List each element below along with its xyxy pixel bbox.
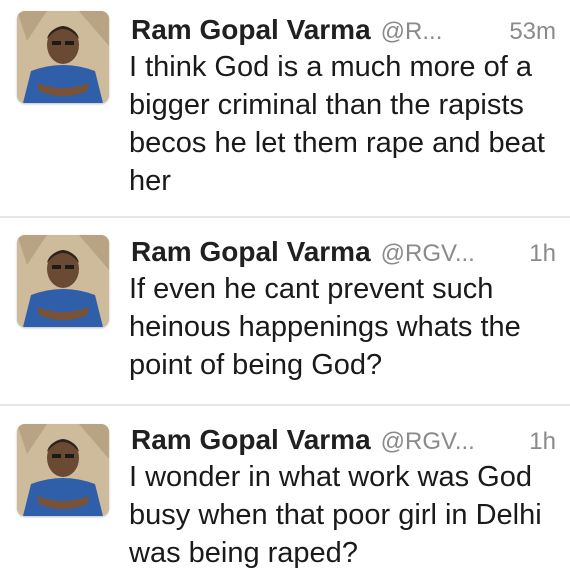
tweet-item[interactable]: Ram Gopal Varma @R... 53m I think God is… (0, 0, 570, 218)
timestamp[interactable]: 1h (529, 428, 556, 456)
tweet-header: Ram Gopal Varma @RGV... 1h (131, 236, 556, 268)
author-name[interactable]: Ram Gopal Varma (131, 424, 371, 456)
author-name[interactable]: Ram Gopal Varma (131, 236, 371, 268)
tweet-item[interactable]: Ram Gopal Varma @RGV... 1h I wonder in w… (0, 406, 570, 578)
avatar[interactable] (17, 235, 109, 327)
author-handle[interactable]: @R... (381, 18, 443, 46)
avatar[interactable] (17, 424, 109, 516)
tweet-text: If even he cant prevent such heinous hap… (129, 273, 521, 381)
author-handle[interactable]: @RGV... (381, 240, 475, 268)
avatar-photo-icon (17, 424, 109, 516)
timestamp[interactable]: 1h (529, 240, 556, 268)
avatar[interactable] (17, 11, 109, 103)
tweet-item[interactable]: Ram Gopal Varma @RGV... 1h If even he ca… (0, 218, 570, 406)
tweet-header: Ram Gopal Varma @R... 53m (131, 14, 556, 46)
timestamp[interactable]: 53m (509, 18, 556, 46)
author-name[interactable]: Ram Gopal Varma (131, 14, 371, 46)
tweet-feed: Ram Gopal Varma @R... 53m I think God is… (0, 0, 570, 578)
avatar-photo-icon (17, 11, 109, 103)
avatar-photo-icon (17, 235, 109, 327)
tweet-header: Ram Gopal Varma @RGV... 1h (131, 424, 556, 456)
author-handle[interactable]: @RGV... (381, 428, 475, 456)
tweet-text: I wonder in what work was God busy when … (129, 461, 542, 569)
tweet-text: I think God is a much more of a bigger c… (129, 51, 545, 197)
